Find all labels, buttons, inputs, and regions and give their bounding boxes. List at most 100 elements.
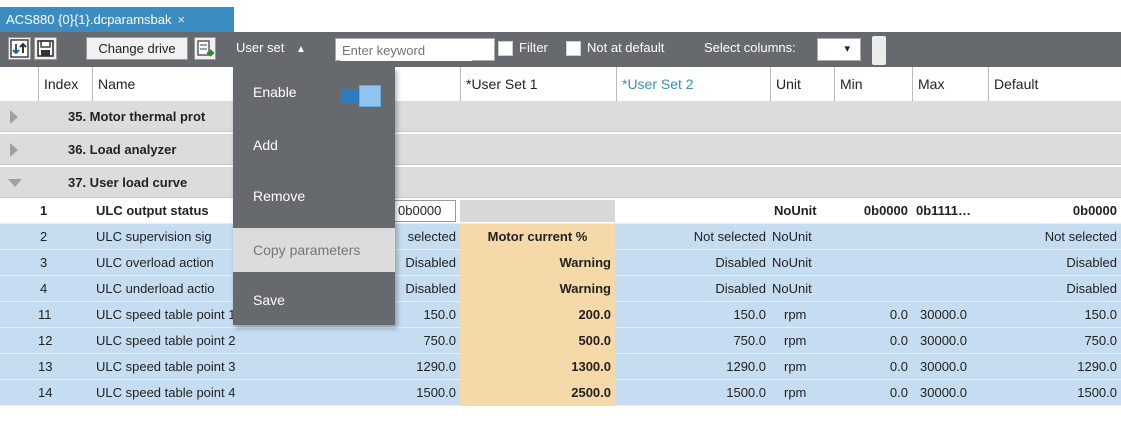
cell-user-set-2[interactable]: Disabled <box>616 250 766 276</box>
cell-user-set-1[interactable]: Warning <box>460 276 615 302</box>
save-file-button[interactable] <box>34 37 57 60</box>
column-user-set-2[interactable]: *User Set 2 <box>616 67 770 101</box>
toolbar-scroll-handle[interactable] <box>872 36 886 65</box>
cell-default: 0b0000 <box>1072 203 1117 218</box>
tab-title: ACS880 {0}{1}.dcparamsbak <box>6 12 172 27</box>
cell-min: 0.0 <box>889 385 908 400</box>
user-set-label: User set <box>236 40 285 55</box>
cell-name: ULC supervision sig <box>96 229 212 244</box>
cell-value[interactable]: 750.0 <box>380 328 456 354</box>
column-max[interactable]: Max <box>912 67 988 101</box>
cell-unit: rpm <box>784 385 807 400</box>
menu-item-enable-label: Enable <box>253 84 297 100</box>
export-button[interactable] <box>194 37 216 60</box>
table-row[interactable]: 11 ULC speed table point 1 150.0 200.0 1… <box>0 302 1121 328</box>
filter-label: Filter <box>519 40 548 55</box>
cell-user-set-1[interactable] <box>460 200 615 222</box>
table-row[interactable]: 3 ULC overload action Disabled Warning D… <box>0 250 1121 276</box>
table-row[interactable]: 4 ULC underload actio Disabled Warning D… <box>0 276 1121 302</box>
group-row[interactable]: 36. Load analyzer <box>0 134 1121 165</box>
table-row[interactable]: 13 ULC speed table point 3 1290.0 1300.0… <box>0 354 1121 380</box>
cell-unit: NoUnit <box>772 229 812 244</box>
cell-default: 1500.0 <box>1077 385 1117 400</box>
cell-default: Disabled <box>1066 255 1117 270</box>
cell-value[interactable]: Disabled <box>395 276 456 302</box>
column-default[interactable]: Default <box>988 67 1121 101</box>
group-row[interactable]: 37. User load curve <box>0 167 1121 198</box>
cell-user-set-1[interactable]: 2500.0 <box>460 380 615 406</box>
cell-name: ULC output status <box>96 203 209 218</box>
keyword-search[interactable] <box>335 38 495 61</box>
filter-checkbox[interactable] <box>498 41 513 56</box>
cell-max: 30000.0 <box>920 385 967 400</box>
cell-user-set-1[interactable]: 500.0 <box>460 328 615 354</box>
cell-index: 14 <box>38 385 53 400</box>
cell-unit: rpm <box>784 333 807 348</box>
column-index[interactable]: Index <box>38 67 92 101</box>
menu-item-save[interactable]: Save <box>233 278 395 322</box>
cell-user-set-1[interactable]: Warning <box>460 250 615 276</box>
cell-default: Not selected <box>1044 229 1117 244</box>
cell-min: 0.0 <box>889 333 908 348</box>
column-user-set-1[interactable]: *User Set 1 <box>460 67 616 101</box>
cell-max: 30000.0 <box>920 307 967 322</box>
cell-user-set-1[interactable]: 1300.0 <box>460 354 615 380</box>
menu-item-add[interactable]: Add <box>233 123 395 167</box>
column-unit[interactable]: Unit <box>770 67 834 101</box>
user-set-menu-button[interactable]: User set ▲ <box>236 40 306 55</box>
cell-user-set-2[interactable]: Not selected <box>616 224 766 250</box>
cell-user-set-2[interactable]: Disabled <box>616 276 766 302</box>
menu-item-enable[interactable]: Enable <box>233 70 395 114</box>
cell-user-set-2[interactable]: 750.0 <box>616 328 766 354</box>
cell-value[interactable]: Disabled <box>395 250 456 276</box>
change-drive-button[interactable]: Change drive <box>86 37 188 60</box>
menu-item-remove[interactable]: Remove <box>233 174 395 218</box>
document-tab[interactable]: ACS880 {0}{1}.dcparamsbak × <box>0 7 234 32</box>
collapse-icon[interactable] <box>8 179 22 187</box>
cell-value[interactable]: 0b0000 <box>394 200 456 222</box>
cell-user-set-2[interactable]: 150.0 <box>616 302 766 328</box>
toggle-knob <box>359 85 381 107</box>
menu-item-copy-parameters[interactable]: Copy parameters <box>233 228 395 272</box>
cell-index: 13 <box>38 359 53 374</box>
table-row[interactable]: 1 ULC output status 0b0000 NoUnit 0b0000… <box>0 198 1121 224</box>
column-min[interactable]: Min <box>834 67 912 101</box>
cell-max: 0b1111… <box>916 203 971 218</box>
import-icon <box>10 39 29 58</box>
cell-default: Disabled <box>1066 281 1117 296</box>
cell-value[interactable]: 1500.0 <box>380 380 456 406</box>
cell-name: ULC underload actio <box>96 281 215 296</box>
not-at-default-checkbox[interactable] <box>566 41 581 56</box>
cell-user-set-1[interactable]: Motor current % <box>460 224 615 250</box>
enable-toggle[interactable] <box>341 85 381 107</box>
cell-name: ULC speed table point 3 <box>96 359 236 374</box>
import-button[interactable] <box>8 37 31 60</box>
cell-value[interactable]: 1290.0 <box>380 354 456 380</box>
cell-user-set-2[interactable]: 1290.0 <box>616 354 766 380</box>
cell-unit: NoUnit <box>772 255 812 270</box>
cell-min: 0.0 <box>889 307 908 322</box>
cell-index: 11 <box>38 307 52 322</box>
expand-icon[interactable] <box>10 110 18 124</box>
keyword-input[interactable] <box>340 40 472 61</box>
cell-min: 0.0 <box>889 359 908 374</box>
keyword-dropdown-icon[interactable]: ▼ <box>487 41 497 52</box>
cell-user-set-2[interactable]: 1500.0 <box>616 380 766 406</box>
cell-index: 2 <box>40 229 48 244</box>
cell-value[interactable]: selected <box>395 224 456 250</box>
group-label: 37. User load curve <box>68 175 188 190</box>
cell-unit: rpm <box>784 359 807 374</box>
group-row[interactable]: 35. Motor thermal prot <box>0 101 1121 132</box>
cell-index: 1 <box>40 203 48 218</box>
cell-default: 750.0 <box>1084 333 1117 348</box>
cell-default: 150.0 <box>1084 307 1117 322</box>
table-row[interactable]: 2 ULC supervision sig selected Motor cur… <box>0 224 1121 250</box>
select-columns-label: Select columns: <box>704 40 796 55</box>
close-icon[interactable]: × <box>178 12 186 27</box>
select-columns-dropdown[interactable]: ▾ <box>817 38 861 61</box>
cell-user-set-1[interactable]: 200.0 <box>460 302 615 328</box>
table-row[interactable]: 12 ULC speed table point 2 750.0 500.0 7… <box>0 328 1121 354</box>
table-row[interactable]: 14 ULC speed table point 4 1500.0 2500.0… <box>0 380 1121 406</box>
expand-icon[interactable] <box>10 143 18 157</box>
not-at-default-label: Not at default <box>587 40 665 55</box>
